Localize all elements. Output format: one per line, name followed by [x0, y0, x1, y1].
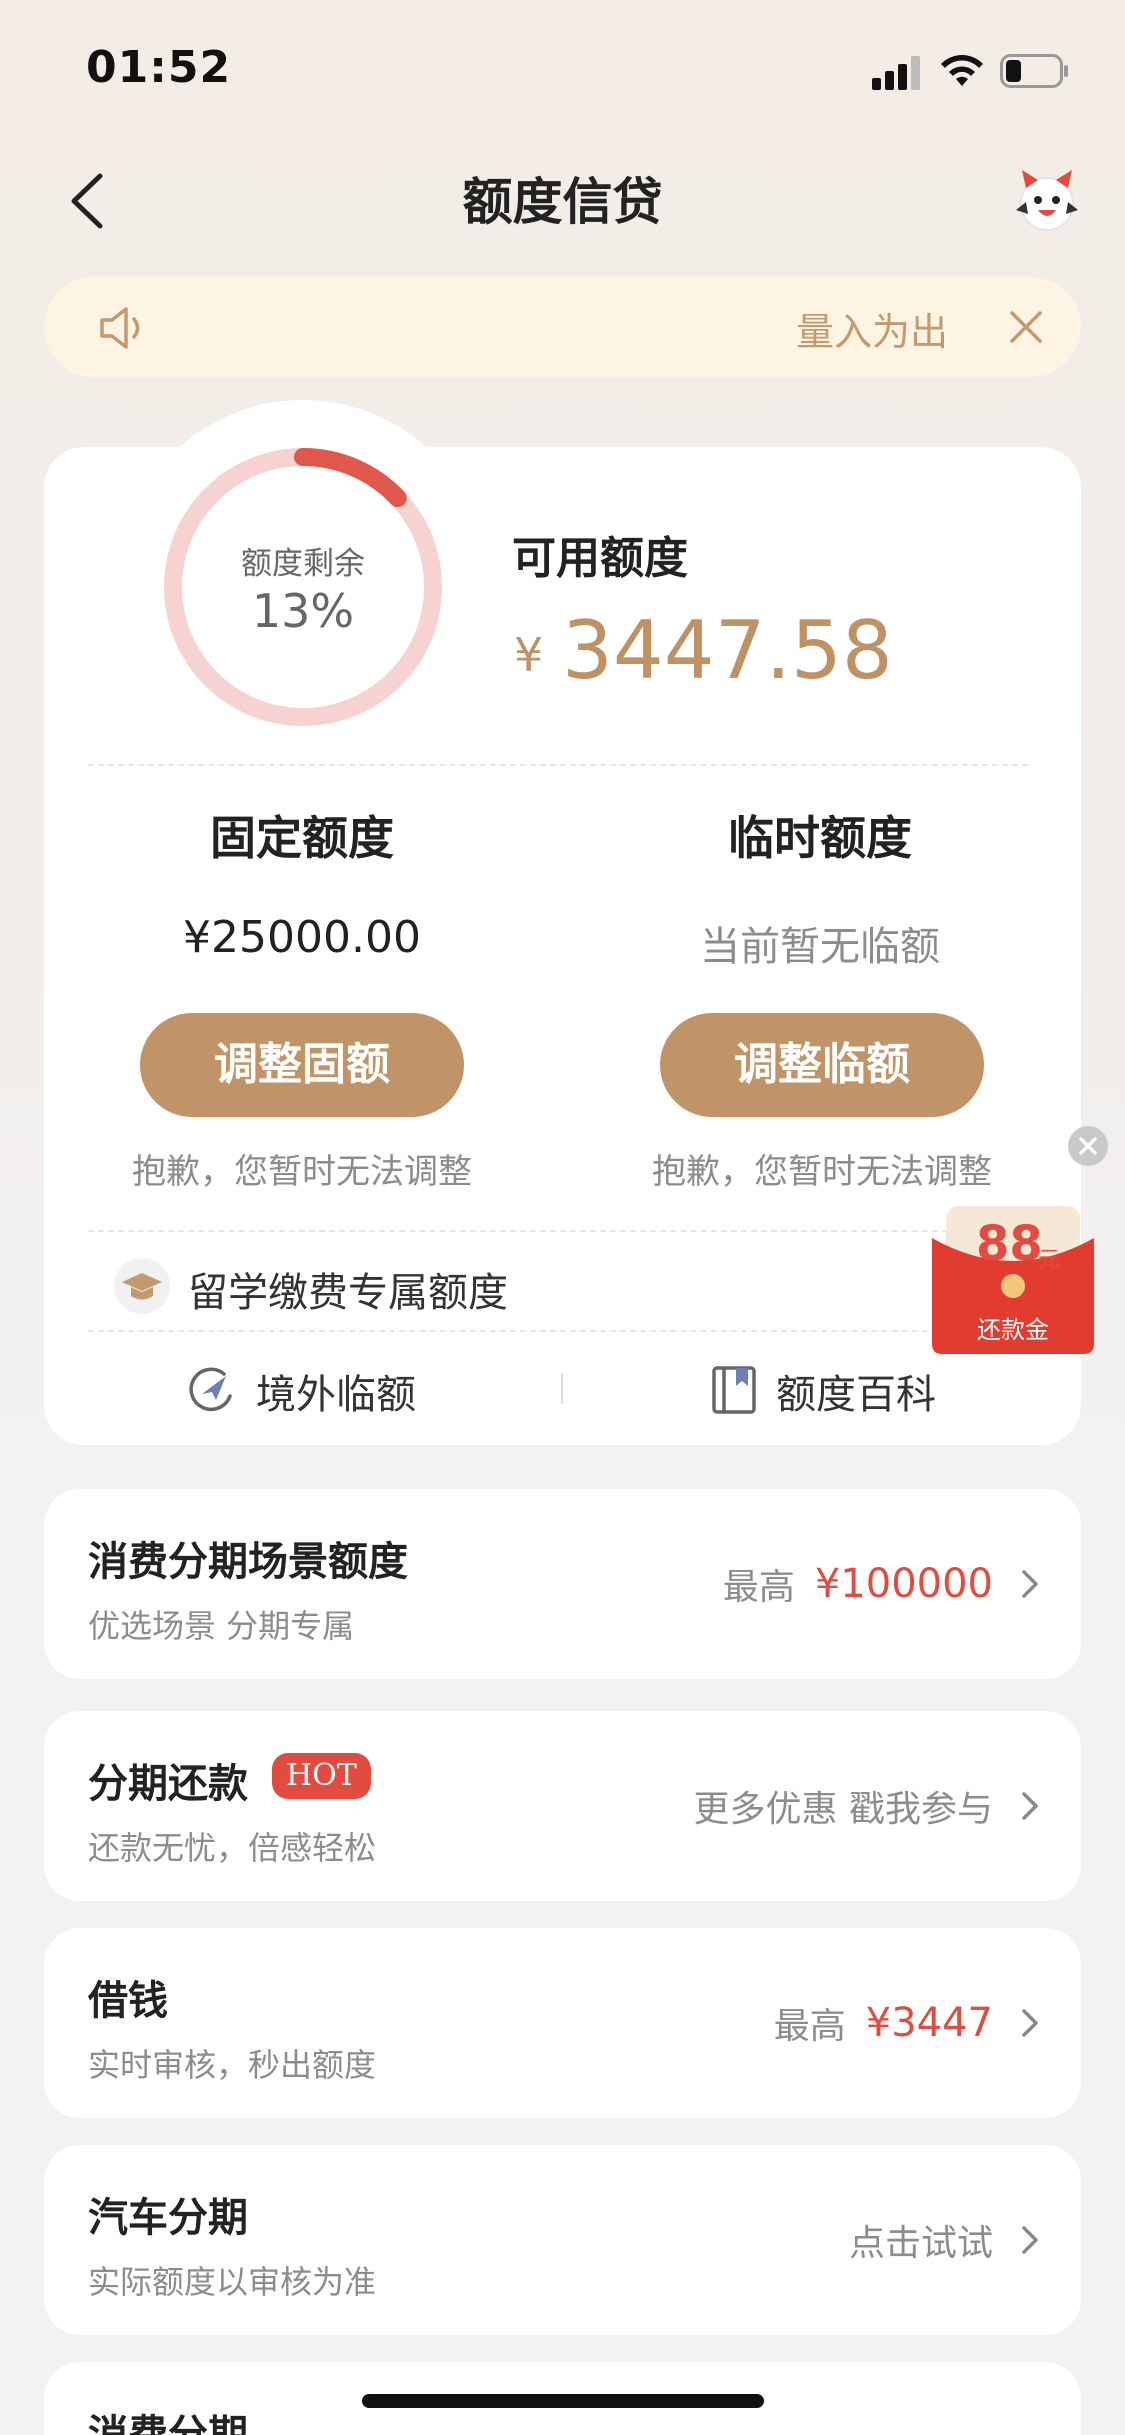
notice-text: 量入为出: [796, 310, 949, 353]
divider: [88, 1330, 1028, 1332]
close-icon[interactable]: [1004, 305, 1048, 349]
list-item-value: 更多优惠 戳我参与: [694, 1711, 993, 1901]
packet-unit: 元: [1038, 1248, 1061, 1273]
max-amount: ¥100000: [814, 1561, 993, 1607]
list-item-value: 点击试试: [849, 2145, 993, 2335]
list-item-borrow[interactable]: 借钱 实时审核，秒出额度 最高 ¥3447: [44, 1928, 1081, 2118]
list-item-title: 汽车分期: [88, 2195, 248, 2241]
close-icon: [1079, 1137, 1097, 1155]
list-item-installment-repayment[interactable]: 分期还款 HOT 还款无忧，倍感轻松 更多优惠 戳我参与: [44, 1711, 1081, 1901]
ring-percent: 13%: [251, 584, 355, 638]
adjust-temp-button[interactable]: 调整临额: [660, 1013, 984, 1117]
divider: [88, 764, 1028, 766]
packet-amount: 88: [976, 1216, 1043, 1272]
promo-text: 更多优惠 戳我参与: [693, 1789, 993, 1830]
chevron-right-icon: [1022, 1570, 1038, 1598]
chevron-right-icon: [1022, 2009, 1038, 2037]
list-item-title: 分期还款: [88, 1761, 248, 1807]
link-separator: [561, 1374, 563, 1404]
max-label: 最高: [773, 2006, 846, 2047]
fixed-quota-title: 固定额度: [210, 811, 394, 865]
list-item-title: 消费分期场景额度: [88, 1539, 408, 1585]
wifi-icon: [941, 55, 983, 86]
book-icon: [712, 1366, 756, 1414]
list-item-title: 消费分期: [88, 2412, 248, 2435]
packet-close-button[interactable]: [1068, 1126, 1108, 1166]
graduation-cap-icon: [114, 1258, 170, 1314]
packet-label: 还款金: [977, 1316, 1049, 1344]
available-currency: ¥: [514, 628, 544, 682]
list-item-consumer-scene-quota[interactable]: 消费分期场景额度 优选场景 分期专属 最高 ¥100000: [44, 1489, 1081, 1679]
home-indicator[interactable]: [362, 2394, 764, 2408]
speaker-icon: [100, 307, 140, 349]
fixed-adjust-note: 抱歉，您暂时无法调整: [132, 1152, 472, 1192]
temp-adjust-note: 抱歉，您暂时无法调整: [652, 1152, 992, 1192]
notice-bar[interactable]: 量入为出: [44, 277, 1081, 377]
fixed-quota-value: ¥25000.00: [183, 912, 421, 963]
divider: [88, 1230, 1028, 1232]
list-item-value: 最高 ¥100000: [723, 1489, 993, 1679]
list-item-subtitle: 实时审核，秒出额度: [88, 2046, 377, 2084]
list-item-car-installment[interactable]: 汽车分期 实际额度以审核为准 点击试试: [44, 2145, 1081, 2335]
list-item-subtitle: 还款无忧，倍感轻松: [88, 1829, 377, 1867]
study-quota-link[interactable]: 留学缴费专属额度: [188, 1260, 508, 1318]
max-label: 最高: [722, 1567, 795, 1608]
list-item-subtitle: 实际额度以审核为准: [88, 2263, 377, 2301]
page-title: 额度信贷: [462, 173, 663, 231]
overseas-quota-link[interactable]: 境外临额: [256, 1362, 416, 1420]
red-packet-widget[interactable]: 88 元 还款金: [932, 1206, 1094, 1354]
list-item-subtitle: 优选场景 分期专属: [88, 1607, 355, 1645]
status-time: 01:52: [86, 42, 232, 93]
list-item-title: 借钱: [88, 1978, 168, 2024]
ring-label: 额度剩余: [241, 546, 365, 582]
available-label: 可用额度: [512, 533, 688, 584]
adjust-fixed-button[interactable]: 调整固额: [140, 1013, 464, 1117]
overseas-plane-icon: [189, 1367, 232, 1412]
hot-badge: HOT: [272, 1753, 371, 1799]
chevron-right-icon: [1022, 1792, 1038, 1820]
mascot-icon[interactable]: [1012, 164, 1082, 234]
try-text: 点击试试: [848, 2223, 993, 2264]
chevron-right-icon: [1022, 2226, 1038, 2254]
temp-quota-title: 临时额度: [728, 811, 912, 865]
battery-icon: [1000, 54, 1068, 88]
list-item-value: 最高 ¥3447: [774, 1928, 993, 2118]
quota-encyclopedia-link[interactable]: 额度百科: [776, 1362, 936, 1420]
signal-icon: [872, 56, 922, 90]
available-amount: 3447.58: [562, 604, 893, 697]
temp-quota-value: 当前暂无临额: [700, 924, 940, 970]
max-amount: ¥3447: [865, 2000, 993, 2046]
